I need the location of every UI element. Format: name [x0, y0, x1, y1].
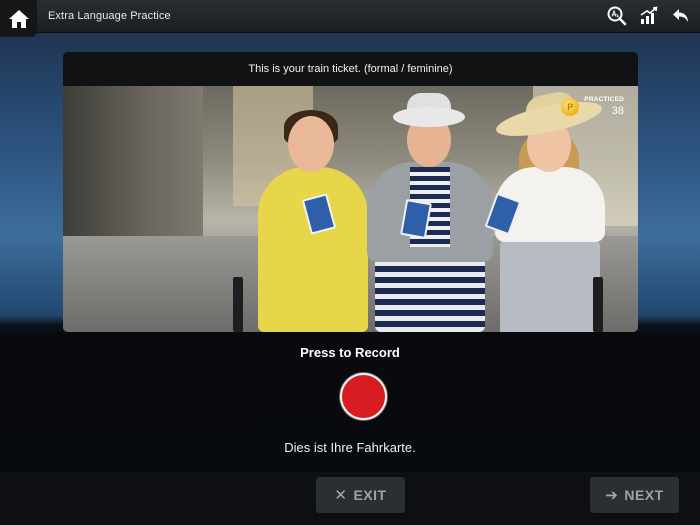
record-button[interactable] — [340, 373, 387, 420]
coin-icon: P — [561, 98, 580, 116]
practiced-count: 38 — [611, 104, 624, 117]
exercise-card: This is your train ticket. (formal / fem… — [63, 52, 638, 332]
photo-suitcase-left — [233, 277, 243, 332]
exit-label: EXIT — [353, 487, 387, 503]
dictionary-icon — [607, 6, 627, 26]
answer-text: Dies ist Ihre Fahrkarte. — [284, 440, 416, 455]
home-icon — [8, 9, 29, 28]
close-icon: ✕ — [334, 487, 348, 504]
home-button[interactable] — [0, 0, 37, 37]
stats-button[interactable] — [638, 5, 660, 27]
app-title: Extra Language Practice — [48, 10, 171, 22]
back-arrow-icon — [673, 9, 688, 22]
practiced-badge: P PRACTICED 38 — [561, 94, 624, 120]
next-label: NEXT — [624, 487, 664, 503]
photo-suitcase-right — [593, 277, 603, 332]
photo-person-left — [258, 102, 368, 332]
arrow-right-icon: ➔ — [605, 487, 619, 504]
photo-person-middle — [367, 92, 493, 332]
exit-button[interactable]: ✕ EXIT — [316, 477, 405, 513]
record-title: Press to Record — [300, 345, 400, 360]
dictionary-button[interactable] — [606, 5, 628, 27]
exercise-photo — [63, 86, 638, 332]
top-icons — [606, 5, 692, 27]
practiced-label: PRACTICED — [584, 96, 624, 104]
photo-person-right — [484, 89, 605, 332]
stats-icon — [640, 6, 658, 24]
prompt-bar: This is your train ticket. (formal / fem… — [63, 52, 638, 86]
prompt-text: This is your train ticket. (formal / fem… — [248, 63, 453, 75]
top-bar: Extra Language Practice — [0, 0, 700, 37]
next-button[interactable]: ➔ NEXT — [590, 477, 679, 513]
back-button[interactable] — [670, 5, 692, 27]
